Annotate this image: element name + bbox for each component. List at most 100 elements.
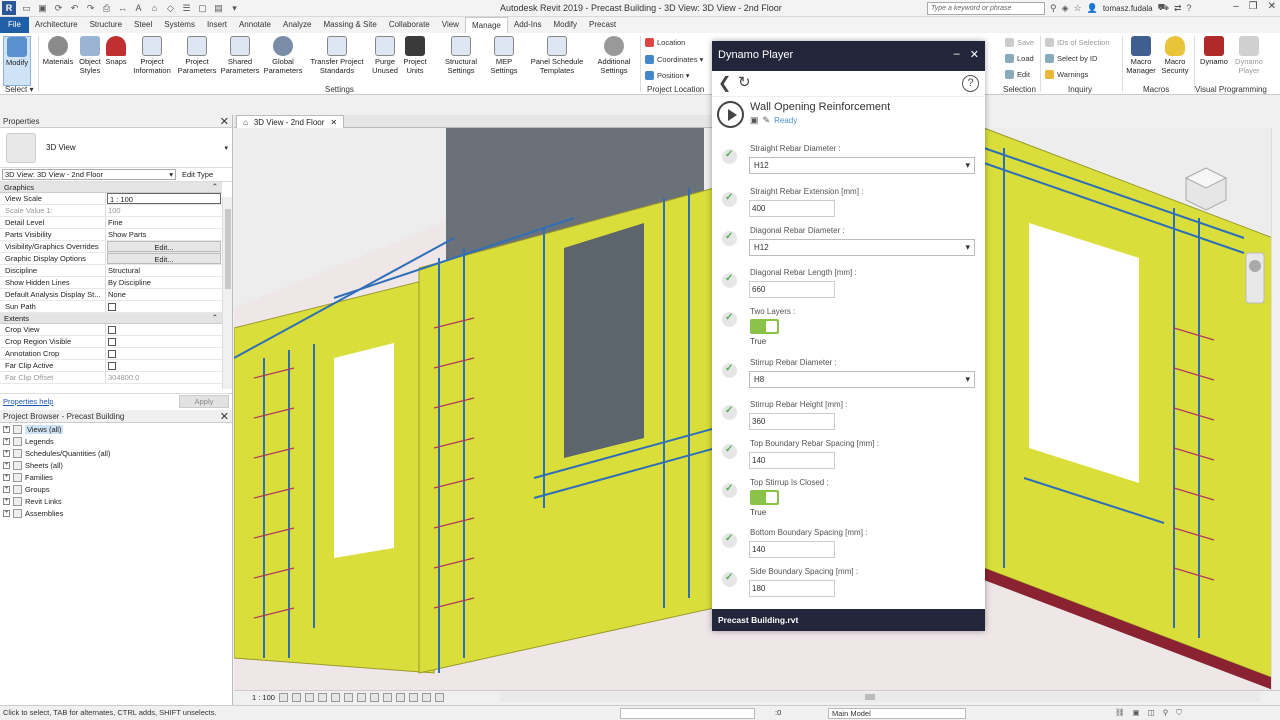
edit-selection-button[interactable]: Edit bbox=[1005, 70, 1030, 79]
property-value[interactable]: Structural bbox=[106, 265, 222, 276]
property-value[interactable]: 1 : 100 bbox=[107, 193, 221, 204]
revit-logo-icon[interactable]: R bbox=[2, 1, 16, 15]
close-icon[interactable]: ✕ bbox=[220, 115, 229, 128]
tab-massing-site[interactable]: Massing & Site bbox=[317, 17, 382, 33]
select-group-label[interactable]: Select ▾ bbox=[5, 85, 33, 94]
property-value[interactable]: Show Parts bbox=[106, 229, 222, 240]
navigation-bar[interactable] bbox=[1245, 252, 1265, 304]
browser-item[interactable]: + Sheets (all) bbox=[0, 459, 232, 471]
properties-scrollbar[interactable] bbox=[222, 197, 232, 389]
visual-style-icon[interactable] bbox=[291, 693, 301, 702]
parameter-toggle[interactable] bbox=[750, 490, 779, 505]
collapse-icon[interactable]: ⌃ bbox=[212, 313, 218, 322]
properties-help-link[interactable]: Properties help bbox=[3, 397, 53, 406]
minimize-icon[interactable]: – bbox=[954, 48, 960, 61]
property-value[interactable] bbox=[106, 324, 222, 335]
property-value[interactable]: None bbox=[106, 289, 222, 300]
print-icon[interactable]: ⎙ bbox=[101, 3, 112, 14]
ids-of-selection-button[interactable]: IDs of Selection bbox=[1045, 38, 1110, 47]
restore-icon[interactable]: ❐ bbox=[1249, 1, 1258, 12]
switch-windows-icon[interactable]: ▤ bbox=[213, 3, 224, 14]
property-value[interactable] bbox=[106, 301, 222, 312]
select-by-id-button[interactable]: Select by ID bbox=[1045, 54, 1097, 63]
expand-icon[interactable]: + bbox=[3, 485, 10, 493]
exchange-icon[interactable]: ⇄ bbox=[1174, 3, 1182, 14]
position-button[interactable]: Position ▾ bbox=[645, 71, 690, 80]
property-checkbox[interactable] bbox=[108, 350, 116, 358]
browser-item[interactable]: + Groups bbox=[0, 483, 232, 495]
browser-item[interactable]: + Assemblies bbox=[0, 507, 232, 519]
warnings-button[interactable]: Warnings bbox=[1045, 70, 1088, 79]
close-hidden-icon[interactable]: ▢ bbox=[197, 3, 208, 14]
property-value[interactable]: 100 bbox=[106, 205, 222, 216]
tab-view[interactable]: View bbox=[436, 17, 465, 33]
tab-modify[interactable]: Modify bbox=[547, 17, 583, 33]
sun-path-icon[interactable] bbox=[304, 693, 314, 702]
analytical-model-icon[interactable] bbox=[408, 693, 418, 702]
collapse-icon[interactable]: ⌃ bbox=[212, 182, 218, 191]
refresh-icon[interactable]: ↻ bbox=[738, 73, 751, 91]
crop-view-icon[interactable] bbox=[343, 693, 353, 702]
view-scale-label[interactable]: 1 : 100 bbox=[252, 693, 275, 702]
close-icon[interactable]: ✕ bbox=[330, 118, 337, 127]
type-selector[interactable]: 3D View ▾ bbox=[0, 128, 232, 168]
save-icon[interactable]: ▣ bbox=[37, 3, 48, 14]
expand-icon[interactable]: + bbox=[3, 437, 10, 445]
tab-architecture[interactable]: Architecture bbox=[29, 17, 84, 33]
browser-item[interactable]: + Families bbox=[0, 471, 232, 483]
property-value[interactable]: By Discipline bbox=[106, 277, 222, 288]
parameter-dropdown[interactable]: H12 bbox=[749, 239, 975, 256]
crop-region-icon[interactable] bbox=[356, 693, 366, 702]
parameter-input[interactable]: 400 bbox=[749, 200, 835, 217]
parameter-input[interactable]: 140 bbox=[749, 452, 835, 469]
parameter-dropdown[interactable]: H8 bbox=[749, 371, 975, 388]
design-option-selector[interactable]: Main Model bbox=[828, 708, 966, 719]
star-icon[interactable]: ☆ bbox=[1074, 3, 1082, 14]
expand-icon[interactable]: + bbox=[3, 509, 10, 517]
view-tab-3d[interactable]: ⌂ 3D View - 2nd Floor ✕ bbox=[236, 115, 345, 128]
tab-manage[interactable]: Manage bbox=[464, 17, 508, 33]
mep-settings-button[interactable]: MEP Settings bbox=[485, 36, 523, 75]
thin-lines-icon[interactable]: ☰ bbox=[181, 3, 192, 14]
temporary-hide-icon[interactable] bbox=[382, 693, 392, 702]
parameter-input[interactable]: 140 bbox=[749, 541, 835, 558]
shared-parameters-button[interactable]: Shared Parameters bbox=[219, 36, 261, 75]
close-icon[interactable]: ✕ bbox=[1268, 1, 1276, 12]
select-underlay-icon[interactable]: ◫ bbox=[1148, 708, 1155, 718]
editable-only-icon[interactable]: ⛓ bbox=[1115, 708, 1125, 718]
workset-selector[interactable] bbox=[620, 708, 755, 719]
3d-view-icon[interactable]: ⌂ bbox=[149, 3, 160, 14]
property-group-header[interactable]: Graphics ⌃ bbox=[0, 182, 222, 193]
user-name[interactable]: tomasz.fudala bbox=[1103, 4, 1153, 13]
tab-file[interactable]: File bbox=[0, 17, 29, 33]
view-cube[interactable] bbox=[1184, 167, 1228, 211]
property-edit-button[interactable]: Edit... bbox=[107, 241, 221, 252]
project-information-button[interactable]: Project Information bbox=[130, 36, 174, 75]
save-selection-button[interactable]: Save bbox=[1005, 38, 1034, 47]
parameter-input[interactable]: 660 bbox=[749, 281, 835, 298]
edit-type-button[interactable]: Edit Type bbox=[182, 170, 213, 179]
browser-item[interactable]: + Schedules/Quantities (all) bbox=[0, 447, 232, 459]
property-value[interactable] bbox=[106, 360, 222, 371]
expand-icon[interactable]: + bbox=[3, 449, 10, 457]
additional-settings-button[interactable]: Additional Settings bbox=[592, 36, 636, 75]
filter-icon[interactable]: ⛉ bbox=[1176, 708, 1182, 718]
tab-steel[interactable]: Steel bbox=[128, 17, 158, 33]
viewport-horizontal-scrollbar[interactable] bbox=[500, 692, 1260, 702]
browser-item[interactable]: + Views (all) bbox=[0, 423, 232, 435]
macro-manager-button[interactable]: Macro Manager bbox=[1124, 36, 1158, 75]
expand-icon[interactable]: + bbox=[3, 461, 10, 469]
play-button[interactable] bbox=[717, 101, 744, 128]
highlight-displacement-icon[interactable] bbox=[421, 693, 431, 702]
text-icon[interactable]: A bbox=[133, 3, 144, 14]
property-group-header[interactable]: Extents ⌃ bbox=[0, 313, 222, 324]
property-value[interactable]: Fine bbox=[106, 217, 222, 228]
apply-button[interactable]: Apply bbox=[179, 395, 229, 408]
dynamo-button[interactable]: Dynamo bbox=[1197, 36, 1231, 66]
tab-annotate[interactable]: Annotate bbox=[233, 17, 277, 33]
close-icon[interactable]: ✕ bbox=[970, 48, 979, 61]
tab-add-ins[interactable]: Add-Ins bbox=[508, 17, 548, 33]
shadows-icon[interactable] bbox=[317, 693, 327, 702]
parameter-dropdown[interactable]: H12 bbox=[749, 157, 975, 174]
save-icon[interactable]: ▣ bbox=[750, 115, 759, 126]
